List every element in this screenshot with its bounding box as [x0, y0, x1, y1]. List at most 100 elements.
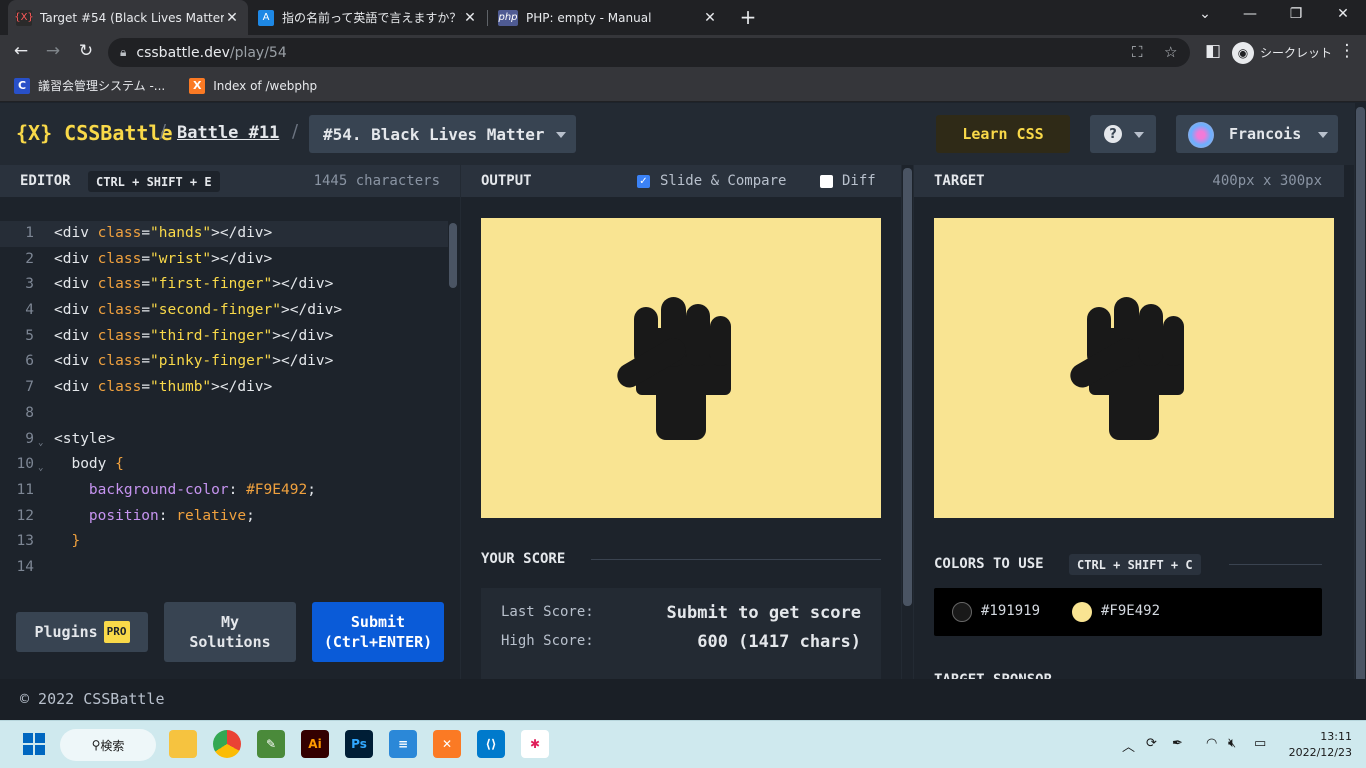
new-tab-icon[interactable]: +: [738, 5, 758, 29]
target-selector[interactable]: #54. Black Lives Matter: [309, 115, 576, 153]
battle-link[interactable]: Battle #11: [177, 123, 279, 143]
code-line[interactable]: 11 background-color: #F9E492;: [0, 478, 448, 504]
battery-icon[interactable]: ▭: [1254, 736, 1266, 751]
line-number: 13: [16, 533, 34, 550]
browser-toolbar: ← → ↻ 🔒︎ cssbattle.dev/play/54 ⛶ ☆ ◧ ◉ シ…: [0, 35, 1366, 70]
divider: [591, 559, 881, 560]
plugins-button[interactable]: Plugins PRO: [16, 612, 148, 652]
back-icon[interactable]: ←: [10, 41, 32, 61]
output-panel: OUTPUT ✓ Slide & Compare Diff YOUR SCORE: [461, 165, 901, 683]
user-menu-button[interactable]: Francois: [1176, 115, 1338, 153]
code-line[interactable]: 13 }: [0, 529, 448, 555]
code-line[interactable]: 10 ⌄ body {: [0, 452, 448, 478]
score-heading: YOUR SCORE: [481, 551, 566, 567]
breadcrumb-separator: /: [160, 121, 167, 142]
maximize-icon[interactable]: ❐: [1286, 6, 1306, 22]
code-line[interactable]: 7 <div class="thumb"></div>: [0, 375, 448, 401]
breadcrumb-separator: /: [292, 121, 299, 142]
color-swatch-yellow[interactable]: [1072, 602, 1092, 622]
forward-icon[interactable]: →: [42, 41, 64, 61]
close-tab-icon[interactable]: ✕: [462, 10, 478, 26]
code-line[interactable]: 1 <div class="hands"></div>: [0, 221, 448, 247]
cssbattle-page: {X} CSSBattle / Battle #11 / #54. Black …: [0, 103, 1366, 720]
code-line[interactable]: 2 <div class="wrist"></div>: [0, 247, 448, 273]
taskbar-search[interactable]: ⚲ 検索: [60, 729, 156, 761]
code-line[interactable]: 14: [0, 555, 448, 581]
scrollbar-thumb[interactable]: [903, 168, 912, 606]
incognito-badge[interactable]: ◉ シークレット: [1232, 40, 1332, 65]
cssbattle-logo[interactable]: {X} CSSBattle: [16, 121, 173, 145]
submit-button[interactable]: Submit (Ctrl+ENTER): [312, 602, 444, 662]
help-menu-button[interactable]: ?: [1090, 115, 1156, 153]
submit-label-1: Submit: [350, 613, 406, 631]
line-number: 14: [16, 558, 34, 575]
side-panel-icon[interactable]: ◧: [1202, 41, 1224, 61]
diff-label[interactable]: Diff: [842, 173, 876, 189]
code-line[interactable]: 6 <div class="pinky-finger"></div>: [0, 349, 448, 375]
translate-icon[interactable]: ⛶: [1132, 43, 1143, 61]
code-line[interactable]: 4 <div class="second-finger"></div>: [0, 298, 448, 324]
pen-icon[interactable]: ✒: [1172, 736, 1183, 751]
xampp-taskbar-icon[interactable]: ✕: [433, 730, 461, 758]
php-favicon-icon: php: [498, 9, 518, 26]
code-line[interactable]: 5 <div class="third-finger"></div>: [0, 324, 448, 350]
illustrator-icon[interactable]: Ai: [301, 730, 329, 758]
notepad-icon[interactable]: ≡: [389, 730, 417, 758]
slack-icon[interactable]: ✱: [521, 730, 549, 758]
vscode-icon[interactable]: ⟨⟩: [477, 730, 505, 758]
slide-compare-label[interactable]: Slide & Compare: [660, 173, 786, 189]
color-label[interactable]: #191919: [981, 603, 1040, 619]
close-tab-icon[interactable]: ✕: [224, 10, 240, 26]
code-text: <style>: [54, 430, 116, 447]
wifi-icon[interactable]: ◠: [1206, 736, 1217, 751]
tab-finger-names[interactable]: A 指の名前って英語で言えますか？？ ✕: [250, 0, 486, 35]
editor-scrollbar[interactable]: [449, 223, 457, 288]
notepad-plus-icon[interactable]: ✎: [257, 730, 285, 758]
address-bar[interactable]: 🔒︎ cssbattle.dev/play/54 ⛶ ☆: [108, 38, 1190, 67]
color-label[interactable]: #F9E492: [1101, 603, 1160, 619]
bookmarks-bar: C 議習会管理システム -... X Index of /webphp: [0, 70, 1366, 102]
file-explorer-icon[interactable]: [169, 730, 197, 758]
bookmark-item[interactable]: C 議習会管理システム -...: [14, 77, 165, 94]
minimize-icon[interactable]: —: [1240, 6, 1260, 22]
target-sponsor-heading: TARGET SPONSOR: [934, 672, 1052, 679]
my-solutions-button[interactable]: My Solutions: [164, 602, 296, 662]
close-window-icon[interactable]: ✕: [1333, 6, 1353, 22]
color-swatch-dark[interactable]: [952, 602, 972, 622]
bookmark-star-icon[interactable]: ☆: [1164, 43, 1177, 61]
output-scrollbar[interactable]: [902, 165, 913, 679]
scrollbar-thumb[interactable]: [1356, 107, 1365, 685]
close-tab-icon[interactable]: ✕: [702, 10, 718, 26]
bookmark-item[interactable]: X Index of /webphp: [189, 77, 317, 94]
tab-search-chevron-icon[interactable]: ⌄: [1195, 6, 1215, 22]
tab-title: PHP: empty - Manual: [526, 10, 652, 25]
tray-chevron-icon[interactable]: ︿: [1122, 736, 1135, 755]
tab-cssbattle[interactable]: {X} Target #54 (Black Lives Matter) - ✕: [8, 0, 248, 35]
bookmark-c-icon: C: [14, 77, 30, 94]
code-line[interactable]: 12 position: relative;: [0, 504, 448, 530]
code-line[interactable]: 3 <div class="first-finger"></div>: [0, 272, 448, 298]
target-title: #54. Black Lives Matter: [323, 124, 545, 144]
code-line[interactable]: 8: [0, 401, 448, 427]
line-number: 4: [25, 302, 34, 319]
photoshop-icon[interactable]: Ps: [345, 730, 373, 758]
page-scrollbar[interactable]: [1355, 103, 1366, 720]
reload-icon[interactable]: ↻: [75, 41, 97, 61]
learn-css-button[interactable]: Learn CSS: [936, 115, 1070, 153]
code-text: }: [71, 533, 81, 550]
plugins-label: Plugins: [34, 623, 98, 641]
volume-muted-icon[interactable]: 🔇︎: [1228, 736, 1236, 751]
code-line[interactable]: 9 ⌄ <style>: [0, 427, 448, 453]
browser-menu-icon[interactable]: ⋮: [1336, 41, 1358, 61]
tab-separator: [487, 10, 488, 26]
tab-php-manual[interactable]: php PHP: empty - Manual ✕: [490, 0, 726, 35]
code-editor[interactable]: 1 <div class="hands"></div> 2 <div class="w…: [0, 221, 448, 581]
chrome-icon[interactable]: [213, 730, 241, 758]
windows-start-icon[interactable]: [20, 730, 48, 758]
sync-icon[interactable]: ⟳: [1146, 736, 1157, 751]
clock[interactable]: 13:11 2022/12/23: [1282, 729, 1352, 761]
character-count: 1445 characters: [313, 173, 440, 189]
diff-checkbox[interactable]: [820, 175, 833, 188]
slide-compare-checkbox[interactable]: ✓: [637, 175, 650, 188]
output-canvas[interactable]: [481, 218, 881, 518]
